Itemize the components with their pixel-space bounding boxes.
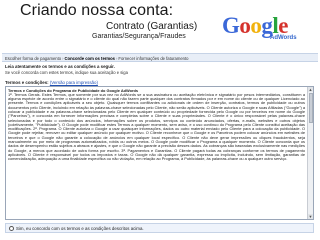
- slide-subtitle: Contrato (Garantias): [106, 21, 198, 32]
- step-payment: Escolher forma de pagamento: [5, 55, 62, 61]
- terms-textbox[interactable]: Termos e Condições do Programa de Public…: [5, 86, 314, 220]
- step-billing: Fornecer informações de faturamento: [118, 55, 189, 61]
- terms-label-row: Termos e condições: (Versão para impress…: [5, 80, 98, 85]
- scroll-down-icon[interactable]: ▼: [308, 214, 313, 219]
- terms-label: Termos e condições:: [5, 80, 49, 85]
- slide-subtitle-secondary: Garantias/Segurança/Fraudes: [92, 33, 186, 40]
- accept-label: Sim, eu concordo com os termos e as cond…: [16, 226, 144, 231]
- scrollbar-thumb[interactable]: [308, 93, 313, 123]
- step-terms: Concorde com os termos: [64, 55, 116, 61]
- accept-row[interactable]: Sim, eu concordo com os termos e as cond…: [5, 223, 314, 233]
- print-version-link[interactable]: (Versão para impressão): [50, 80, 98, 85]
- logo-letter: o: [239, 13, 251, 38]
- scroll-up-icon[interactable]: ▲: [308, 87, 313, 92]
- accept-radio[interactable]: [9, 226, 14, 231]
- progress-steps: Escolher forma de pagamento›Concorde com…: [2, 53, 318, 62]
- intro-text: Se você concorda com estes termos, indiq…: [5, 70, 128, 75]
- terms-scrollbar[interactable]: ▲ ▼: [307, 87, 313, 219]
- logo-letter: o: [250, 13, 262, 38]
- terms-body: 1ª. Termos Gerais. Estes Termos, que som…: [8, 91, 305, 162]
- embedded-screenshot: Escolher forma de pagamento›Concorde com…: [2, 53, 318, 240]
- logo-subtitle: AdWords: [270, 35, 297, 41]
- google-adwords-logo: Google AdWords: [222, 13, 302, 42]
- logo-letter: G: [222, 13, 240, 38]
- slide-title: Criando nossa conta:: [20, 2, 174, 19]
- intro-heading: Leia atentamente os termos e as condiçõe…: [5, 64, 115, 69]
